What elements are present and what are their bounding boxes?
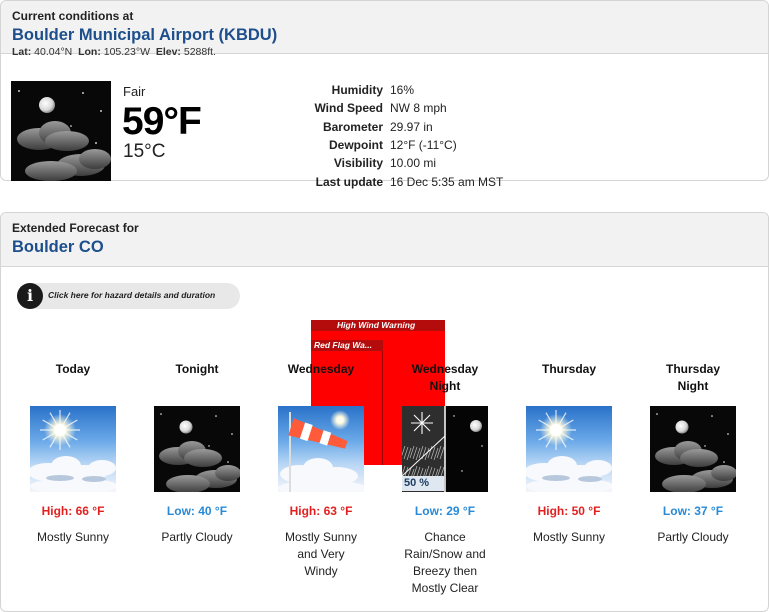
- detail-label: Visibility: [333, 156, 383, 171]
- detail-label: Dewpoint: [329, 137, 383, 152]
- period-name-line2: Night: [677, 379, 709, 393]
- detail-value: 16%: [390, 83, 415, 97]
- detail-label: Last update: [315, 174, 383, 189]
- detail-label: Humidity: [331, 83, 383, 97]
- detail-value: 10.00 mi: [390, 156, 437, 171]
- detail-label: Barometer: [322, 119, 383, 134]
- precip-chance-label: 50 %: [402, 476, 444, 491]
- period-name: Thursday: [514, 361, 624, 378]
- current-conditions-panel: Current conditions at Boulder Municipal …: [0, 0, 769, 181]
- current-condition-text: Fair: [123, 84, 146, 99]
- period-description: Mostly Sunny: [18, 529, 128, 546]
- red-flag-warning-label[interactable]: Red Flag Wa...: [311, 340, 383, 351]
- description-line: Chance: [424, 530, 466, 544]
- period-description: Mostly Sunny: [514, 529, 624, 546]
- period-name: Tonight: [142, 361, 252, 378]
- sunny-icon[interactable]: [30, 406, 116, 492]
- period-name-line1: Wednesday: [287, 362, 355, 376]
- period-description: Mostly Sunny and Very Windy: [266, 529, 376, 580]
- current-conditions-header: Current conditions at Boulder Municipal …: [1, 1, 768, 58]
- current-temp-f: 59°F: [122, 100, 202, 143]
- hazard-details-button[interactable]: i Click here for hazard details and dura…: [17, 283, 240, 309]
- description-line: Mostly Clear: [411, 581, 479, 595]
- description-line: and Very: [297, 547, 345, 561]
- description-line: Partly Cloudy: [161, 530, 233, 544]
- detail-value: 12°F (-11°C): [390, 137, 457, 152]
- night-moon-clouds-icon: [11, 81, 111, 181]
- night-moon-clouds-icon[interactable]: [154, 406, 240, 492]
- current-conditions-heading: Current conditions at: [12, 9, 134, 23]
- description-line: Rain/Snow and: [404, 547, 486, 561]
- period-name-line1: Wednesday: [411, 362, 479, 376]
- forecast-header: Extended Forecast for Boulder CO: [1, 213, 768, 267]
- period-name: Wednesday: [266, 361, 376, 378]
- low-temp: Low: 40 °F: [166, 504, 228, 518]
- station-name: Boulder Municipal Airport (KBDU): [12, 26, 278, 44]
- detail-label: Wind Speed: [314, 101, 383, 116]
- period-description: Chance Rain/Snow and Breezy then Mostly Cle…: [390, 529, 500, 597]
- description-line: Partly Cloudy: [657, 530, 729, 544]
- low-temp: Low: 29 °F: [414, 504, 476, 518]
- forecast-heading: Extended Forecast for: [12, 221, 139, 235]
- high-wind-warning-label[interactable]: High Wind Warning: [311, 320, 445, 331]
- detail-value: 29.97 in: [390, 119, 433, 134]
- hazard-details-label: Click here for hazard details and durati…: [48, 290, 216, 300]
- detail-value: NW 8 mph: [390, 101, 447, 116]
- info-icon: i: [17, 283, 43, 309]
- period-description: Partly Cloudy: [638, 529, 748, 546]
- description-line: Windy: [304, 564, 338, 578]
- period-name-line2: Night: [429, 379, 461, 393]
- detail-value: 16 Dec 5:35 am MST: [390, 174, 504, 189]
- windsock-icon[interactable]: [278, 406, 364, 492]
- low-temp: Low: 37 °F: [662, 504, 724, 518]
- sunny-icon[interactable]: [526, 406, 612, 492]
- high-temp: High: 66 °F: [41, 504, 105, 518]
- period-name-line1: Thursday: [541, 362, 596, 376]
- high-temp: High: 50 °F: [537, 504, 601, 518]
- description-line: Mostly Sunny: [36, 530, 110, 544]
- period-name-line1: Today: [55, 362, 91, 376]
- period-name: Thursday Night: [638, 361, 748, 395]
- description-line: Breezy then: [412, 564, 478, 578]
- forecast-location: Boulder CO: [12, 238, 104, 256]
- period-name-line1: Tonight: [175, 362, 219, 376]
- description-line: Mostly Sunny: [284, 530, 358, 544]
- current-temp-c: 15°C: [123, 141, 166, 162]
- period-name: Today: [18, 361, 128, 378]
- period-name-line1: Thursday: [665, 362, 720, 376]
- night-moon-clouds-icon[interactable]: [650, 406, 736, 492]
- period-name: Wednesday Night: [390, 361, 500, 395]
- description-line: Mostly Sunny: [532, 530, 606, 544]
- period-description: Partly Cloudy: [142, 529, 252, 546]
- station-coordinates: Lat: 40.04°N Lon: 105.23°W Elev: 5288ft.: [12, 46, 216, 58]
- high-temp: High: 63 °F: [289, 504, 353, 518]
